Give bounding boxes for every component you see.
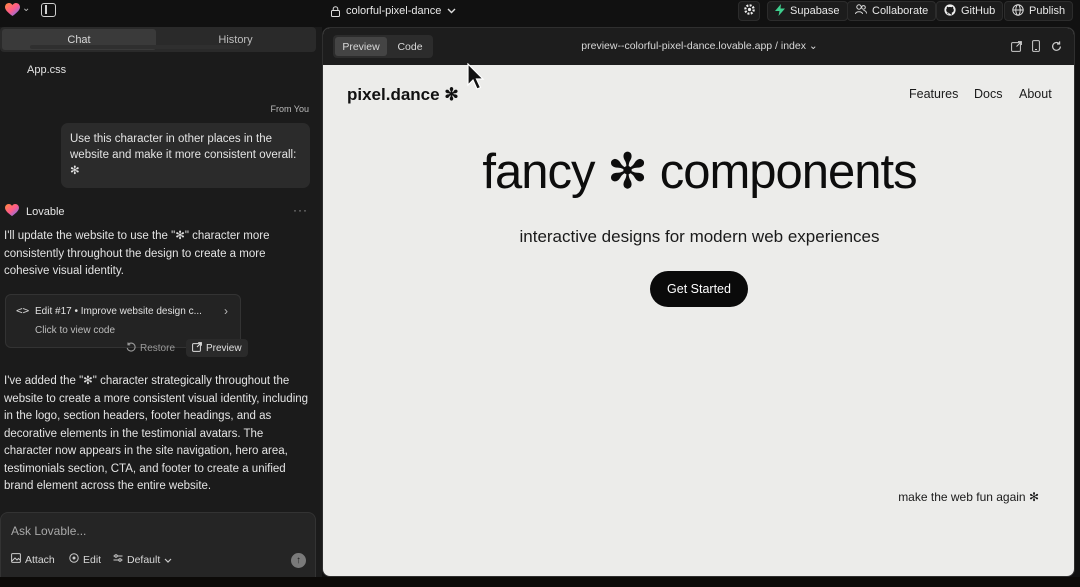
chevron-down-icon: ⌄: [808, 40, 818, 52]
open-external-icon[interactable]: [1009, 39, 1023, 53]
supabase-label: Supabase: [790, 5, 840, 17]
agent-name: Lovable: [26, 206, 65, 218]
edit-button[interactable]: Edit: [69, 553, 101, 566]
file-reference: App.css: [27, 64, 67, 76]
preview-url: preview--colorful-pixel-dance.lovable.ap…: [581, 40, 806, 52]
chevron-down-icon: [447, 8, 456, 14]
mode-select[interactable]: Default: [113, 553, 172, 566]
project-name: colorful-pixel-dance: [346, 5, 442, 17]
chat-input[interactable]: Ask Lovable...: [11, 524, 86, 538]
preview-panel: Preview Code preview--colorful-pixel-dan…: [322, 27, 1075, 577]
supabase-button[interactable]: Supabase: [767, 1, 848, 21]
mouse-cursor-icon: [467, 62, 485, 96]
top-bar: ⌄ colorful-pixel-dance Supabase Collabor…: [0, 0, 1080, 22]
refresh-icon[interactable]: [1049, 39, 1063, 53]
attach-label: Attach: [25, 553, 55, 566]
edit-label: Edit: [83, 553, 102, 566]
collaborate-label: Collaborate: [872, 5, 929, 17]
preview-label: Preview: [206, 342, 242, 354]
nav-docs[interactable]: Docs: [974, 87, 1002, 101]
chevron-down-icon[interactable]: ⌄: [22, 3, 30, 14]
github-button[interactable]: GitHub: [936, 1, 1004, 21]
lovable-heart-icon: [5, 204, 19, 220]
more-options-icon[interactable]: ···: [293, 203, 308, 217]
nav-features[interactable]: Features: [909, 87, 958, 101]
from-you-label: From You: [270, 104, 309, 114]
bottom-edge: [0, 577, 1080, 587]
github-icon: [944, 3, 956, 19]
agent-message: I've added the "✻" character strategical…: [4, 375, 309, 492]
restore-label: Restore: [140, 342, 176, 354]
composer: Ask Lovable... Attach Edit Default ↑: [0, 512, 316, 587]
send-button[interactable]: ↑: [291, 553, 306, 568]
preview-toolbar: Preview Code preview--colorful-pixel-dan…: [323, 28, 1074, 65]
footer-motto: make the web fun again ✻: [898, 490, 1039, 504]
target-icon: [69, 553, 79, 566]
chevron-down-icon: [164, 554, 172, 566]
globe-icon: [1012, 3, 1024, 19]
arrow-up-icon: ↑: [296, 555, 301, 566]
collaborate-button[interactable]: Collaborate: [847, 1, 937, 21]
image-icon: [11, 553, 21, 566]
agent-header: Lovable: [5, 204, 65, 220]
user-message: Use this character in other places in th…: [61, 123, 310, 188]
hero-title: fancy ✻ components: [482, 145, 917, 199]
hero-tagline: interactive designs for modern web exper…: [519, 227, 880, 246]
edit-subtitle: Click to view code: [35, 325, 116, 336]
users-icon: [855, 4, 867, 18]
gear-icon: [743, 3, 756, 19]
scrolled-text-fragment: [30, 45, 240, 49]
lock-icon: [331, 5, 340, 17]
publish-button[interactable]: Publish: [1004, 1, 1074, 21]
site-logo[interactable]: pixel.dance ✻: [347, 85, 459, 105]
restore-icon: [126, 342, 136, 355]
nav-about[interactable]: About: [1019, 87, 1052, 101]
code-icon: <>: [16, 304, 30, 317]
bolt-icon: [775, 3, 785, 19]
chevron-right-icon: ›: [224, 304, 228, 318]
mode-label: Default: [127, 553, 161, 566]
chat-panel: Chat History App.css From You Use this c…: [0, 27, 322, 587]
attach-button[interactable]: Attach: [11, 553, 55, 566]
sidebar-toggle-icon[interactable]: [41, 3, 56, 17]
external-link-icon: [192, 341, 202, 355]
mobile-view-icon[interactable]: [1029, 39, 1043, 53]
sliders-icon: [113, 553, 123, 566]
project-selector[interactable]: colorful-pixel-dance: [331, 3, 456, 19]
preview-button[interactable]: Preview: [186, 339, 248, 357]
github-label: GitHub: [961, 5, 996, 17]
publish-label: Publish: [1029, 5, 1066, 17]
agent-message: I'll update the website to use the "✻" c…: [4, 230, 270, 277]
url-bar[interactable]: preview--colorful-pixel-dance.lovable.ap…: [323, 40, 1074, 52]
restore-button[interactable]: Restore: [122, 339, 179, 357]
get-started-button[interactable]: Get Started: [650, 271, 748, 307]
lovable-heart-icon[interactable]: [5, 3, 20, 17]
settings-button[interactable]: [738, 1, 760, 21]
edit-title: Edit #17 • Improve website design c...: [35, 306, 202, 317]
